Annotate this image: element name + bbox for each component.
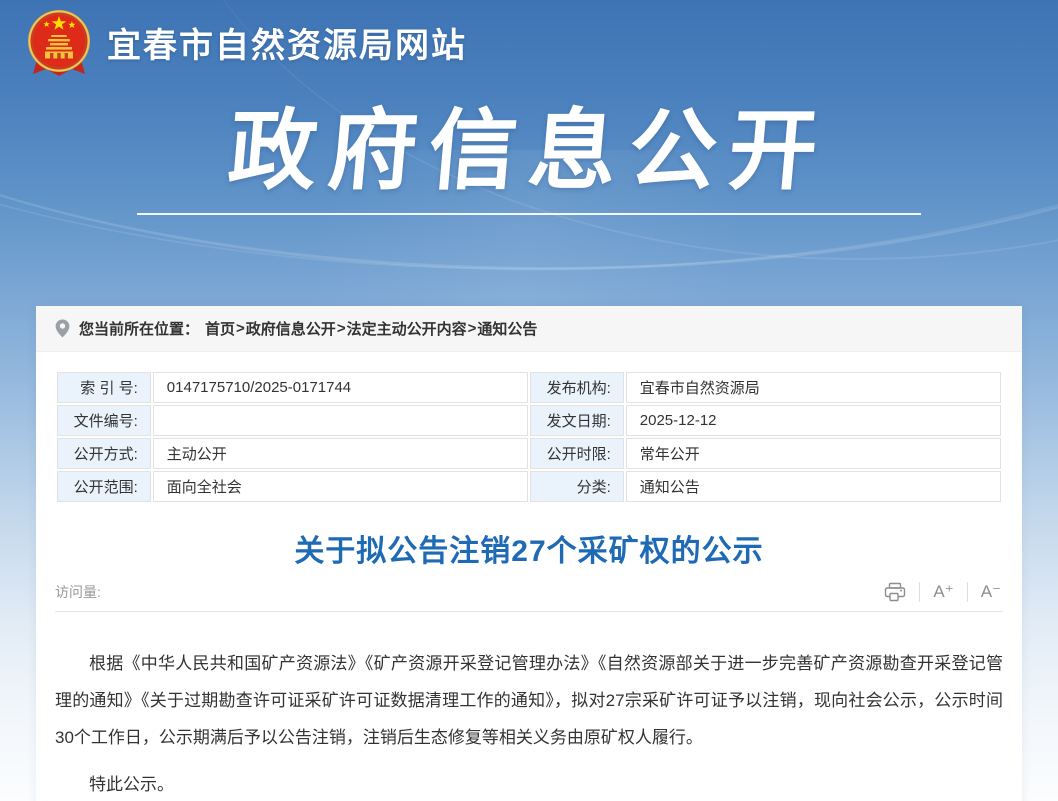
printer-icon — [884, 582, 906, 602]
meta-value-document-number — [153, 405, 528, 436]
banner: 政府信息公开 — [0, 76, 1058, 215]
font-increase-button[interactable]: A⁺ — [919, 582, 966, 602]
breadcrumb-separator: > — [236, 320, 245, 337]
font-decrease-button[interactable]: A⁻ — [967, 582, 1003, 602]
page: 宜春市自然资源局网站 政府信息公开 您当前所在位置： 首页 > 政府信息公开 >… — [0, 0, 1058, 801]
meta-value-disclosure-scope: 面向全社会 — [153, 471, 528, 502]
article-paragraph: 特此公示。 — [55, 766, 1003, 801]
meta-label-category: 分类: — [530, 471, 624, 502]
site-header: 宜春市自然资源局网站 — [0, 0, 1058, 76]
meta-value-disclosure-method: 主动公开 — [153, 438, 528, 469]
page-title: 关于拟公告注销27个采矿权的公示 — [55, 532, 1003, 572]
breadcrumb-item-notices[interactable]: 通知公告 — [477, 318, 537, 339]
meta-value-disclosure-period: 常年公开 — [626, 438, 1001, 469]
national-emblem-icon — [25, 8, 93, 76]
meta-value-index-number: 0147175710/2025-0171744 — [153, 372, 528, 403]
banner-title: 政府信息公开 — [225, 102, 834, 201]
meta-value-issuing-agency: 宜春市自然资源局 — [626, 372, 1001, 403]
meta-label-document-number: 文件编号: — [57, 405, 151, 436]
breadcrumb-separator: > — [468, 320, 477, 337]
breadcrumb-item-statutory-content[interactable]: 法定主动公开内容 — [347, 318, 467, 339]
visit-count-label: 访问量: — [55, 582, 101, 602]
meta-label-disclosure-period: 公开时限: — [530, 438, 624, 469]
meta-label-issue-date: 发文日期: — [530, 405, 624, 436]
breadcrumb: 您当前所在位置： 首页 > 政府信息公开 > 法定主动公开内容 > 通知公告 — [36, 306, 1022, 352]
breadcrumb-item-home[interactable]: 首页 — [205, 318, 235, 339]
table-row: 公开范围: 面向全社会 分类: 通知公告 — [57, 471, 1001, 502]
breadcrumb-separator: > — [337, 320, 346, 337]
article-toolbar: A⁺ A⁻ — [871, 582, 1003, 602]
meta-label-issuing-agency: 发布机构: — [530, 372, 624, 403]
meta-value-issue-date: 2025-12-12 — [626, 405, 1001, 436]
meta-label-disclosure-scope: 公开范围: — [57, 471, 151, 502]
site-title-link[interactable]: 宜春市自然资源局网站 — [107, 18, 467, 67]
article-body: 根据《中华人民共和国矿产资源法》《矿产资源开采登记管理办法》《自然资源部关于进一… — [55, 645, 1003, 801]
breadcrumb-label: 您当前所在位置： — [79, 318, 199, 339]
table-row: 文件编号: 发文日期: 2025-12-12 — [57, 405, 1001, 436]
table-row: 公开方式: 主动公开 公开时限: 常年公开 — [57, 438, 1001, 469]
card-body: 索 引 号: 0147175710/2025-0171744 发布机构: 宜春市… — [36, 370, 1022, 801]
print-button[interactable] — [871, 582, 919, 602]
visits-toolbar-row: 访问量: A⁺ A⁻ — [55, 582, 1003, 612]
content-card: 您当前所在位置： 首页 > 政府信息公开 > 法定主动公开内容 > 通知公告 索… — [36, 306, 1022, 801]
banner-underline — [137, 213, 921, 215]
meta-label-disclosure-method: 公开方式: — [57, 438, 151, 469]
meta-value-category: 通知公告 — [626, 471, 1001, 502]
breadcrumb-item-info-disclosure[interactable]: 政府信息公开 — [246, 318, 336, 339]
table-row: 索 引 号: 0147175710/2025-0171744 发布机构: 宜春市… — [57, 372, 1001, 403]
meta-label-index-number: 索 引 号: — [57, 372, 151, 403]
article-paragraph: 根据《中华人民共和国矿产资源法》《矿产资源开采登记管理办法》《自然资源部关于进一… — [55, 645, 1003, 757]
location-pin-icon — [55, 319, 70, 338]
document-meta-table: 索 引 号: 0147175710/2025-0171744 发布机构: 宜春市… — [55, 370, 1003, 504]
